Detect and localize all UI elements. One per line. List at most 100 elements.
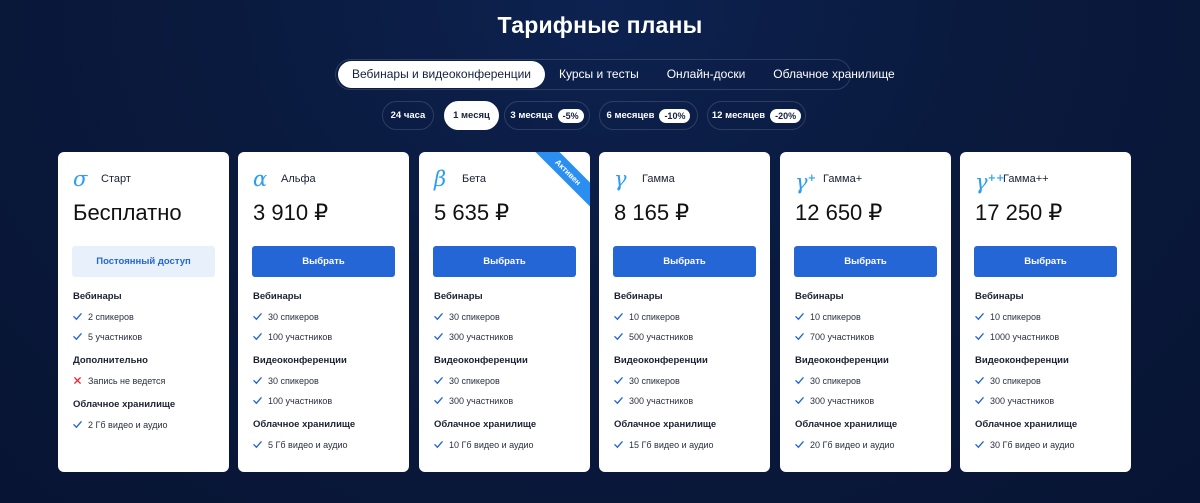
tab-1[interactable]: Курсы и тесты xyxy=(545,61,653,88)
feature-text: 30 спикеров xyxy=(990,375,1041,386)
discount-badge: -10% xyxy=(659,108,691,123)
period-label: 24 часа xyxy=(390,110,426,121)
check-icon xyxy=(434,397,443,405)
plan-card: γ Гамма 8 165 ₽ Выбрать Вебинары 10 спикеров 5… xyxy=(599,152,770,472)
feature-item: 1000 участников xyxy=(975,331,1125,342)
feature-section-title: Облачное хранилище xyxy=(253,419,356,430)
check-icon xyxy=(73,313,82,321)
check-icon xyxy=(614,441,623,449)
feature-text: 1000 участников xyxy=(990,331,1060,342)
plan-price: Бесплатно xyxy=(73,200,182,225)
feature-item: 500 участников xyxy=(614,331,764,342)
plan-price: 5 635 ₽ xyxy=(434,200,510,225)
feature-item: 300 участников xyxy=(795,395,945,406)
feature-section-title: Вебинары xyxy=(73,291,122,302)
feature-list: Вебинары 30 спикеров 300 участников Видеоко… xyxy=(434,291,584,459)
feature-item: 5 участников xyxy=(73,331,223,342)
check-icon xyxy=(975,377,984,385)
period-option[interactable]: 24 часа xyxy=(382,101,434,130)
check-icon xyxy=(795,441,804,449)
feature-item: 10 спикеров xyxy=(614,311,764,322)
period-option[interactable]: 6 месяцев -10% xyxy=(599,101,698,130)
permanent-access-button[interactable]: Постоянный доступ xyxy=(72,246,215,277)
check-icon xyxy=(253,441,262,449)
plan-card: α Альфа 3 910 ₽ Выбрать Вебинары 30 спикеров 1… xyxy=(238,152,409,472)
feature-item: 10 спикеров xyxy=(975,311,1125,322)
feature-section-title: Вебинары xyxy=(434,291,483,302)
check-icon xyxy=(975,397,984,405)
plan-name: Альфа xyxy=(281,173,316,185)
plan-card: β Бета 5 635 ₽ Выбрать Вебинары 30 спикеров 30… xyxy=(419,152,590,472)
period-option[interactable]: 12 месяцев -20% xyxy=(707,101,806,130)
feature-text: 30 спикеров xyxy=(268,311,319,322)
select-plan-button[interactable]: Выбрать xyxy=(974,246,1117,277)
discount-badge: -20% xyxy=(770,108,802,123)
feature-text: 30 Гб видео и аудио xyxy=(990,439,1075,450)
period-option[interactable]: 3 месяца -5% xyxy=(504,101,590,130)
check-icon xyxy=(975,313,984,321)
check-icon xyxy=(975,441,984,449)
select-plan-button[interactable]: Выбрать xyxy=(613,246,756,277)
feature-list: Вебинары 30 спикеров 100 участников Видеоко… xyxy=(253,291,403,459)
check-icon xyxy=(795,397,804,405)
check-icon xyxy=(434,377,443,385)
check-icon xyxy=(434,333,443,341)
feature-text: 10 спикеров xyxy=(990,311,1041,322)
select-plan-button[interactable]: Выбрать xyxy=(794,246,937,277)
plan-price: 8 165 ₽ xyxy=(614,200,690,225)
feature-item: 100 участников xyxy=(253,331,403,342)
feature-item: 300 участников xyxy=(614,395,764,406)
check-icon xyxy=(614,333,623,341)
feature-item: 300 участников xyxy=(434,331,584,342)
feature-item: 10 Гб видео и аудио xyxy=(434,439,584,450)
page-title: Тарифные планы xyxy=(497,12,703,38)
feature-text: 30 спикеров xyxy=(629,375,680,386)
product-tabs: Вебинары и видеоконференции Курсы и тесты… xyxy=(335,59,895,90)
alpha-icon: α xyxy=(253,167,268,191)
select-plan-button[interactable]: Выбрать xyxy=(252,246,395,277)
feature-text: 5 участников xyxy=(88,331,143,342)
feature-text: 500 участников xyxy=(629,331,694,342)
check-icon xyxy=(614,313,623,321)
feature-item: 30 спикеров xyxy=(614,375,764,386)
tab-2[interactable]: Онлайн-доски xyxy=(653,61,760,88)
feature-item: 2 Гб видео и аудио xyxy=(73,419,223,430)
feature-item: 30 спикеров xyxy=(795,375,945,386)
beta-icon: β xyxy=(434,167,447,191)
feature-item: 100 участников xyxy=(253,395,403,406)
feature-item: 2 спикеров xyxy=(73,311,223,322)
feature-item: 20 Гб видео и аудио xyxy=(795,439,945,450)
tab-3[interactable]: Облачное хранилище xyxy=(759,61,908,88)
feature-list: Вебинары 10 спикеров 700 участников Видеоко… xyxy=(795,291,945,459)
feature-section-title: Видеоконференции xyxy=(975,355,1069,366)
feature-item: 5 Гб видео и аудио xyxy=(253,439,403,450)
feature-item: 30 спикеров xyxy=(434,311,584,322)
feature-section-title: Облачное хранилище xyxy=(614,419,717,430)
feature-item: Запись не ведется xyxy=(73,375,223,386)
feature-text: 2 спикеров xyxy=(88,311,134,322)
feature-text: 300 участников xyxy=(449,395,514,406)
feature-item: 30 спикеров xyxy=(253,311,403,322)
check-icon xyxy=(253,377,262,385)
check-icon xyxy=(434,441,443,449)
period-option[interactable]: 1 месяц xyxy=(444,101,499,130)
feature-section-title: Облачное хранилище xyxy=(434,419,537,430)
check-icon xyxy=(434,313,443,321)
gamma-plus-icon: γ+ xyxy=(795,170,816,194)
feature-text: 10 спикеров xyxy=(629,311,680,322)
feature-text: 2 Гб видео и аудио xyxy=(88,419,168,430)
tab-0[interactable]: Вебинары и видеоконференции xyxy=(338,61,546,88)
select-plan-button[interactable]: Выбрать xyxy=(433,246,576,277)
feature-text: 20 Гб видео и аудио xyxy=(810,439,895,450)
feature-section-title: Облачное хранилище xyxy=(975,419,1078,430)
feature-list: Вебинары 10 спикеров 1000 участников Видеок… xyxy=(975,291,1125,459)
plan-price: 3 910 ₽ xyxy=(253,200,329,225)
period-label: 1 месяц xyxy=(453,110,490,121)
plan-card: γ++ Гамма++ 17 250 ₽ Выбрать Вебинары 10 спик… xyxy=(960,152,1131,472)
check-icon xyxy=(253,313,262,321)
period-label: 12 месяцев xyxy=(711,110,766,121)
feature-section-title: Видеоконференции xyxy=(434,355,528,366)
check-icon xyxy=(614,397,623,405)
feature-text: 300 участников xyxy=(449,331,514,342)
plan-name: Бета xyxy=(462,173,487,185)
